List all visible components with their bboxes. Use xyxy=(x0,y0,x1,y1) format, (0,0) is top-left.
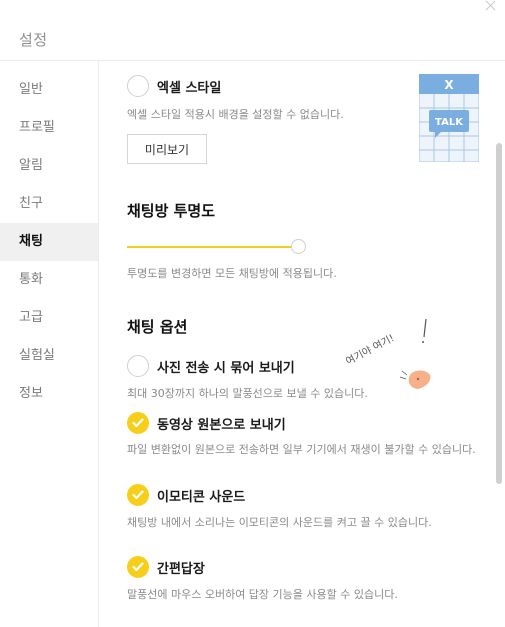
thumbnail-talk-badge: TALK xyxy=(435,117,464,128)
chat-options-title: 채팅 옵션 xyxy=(127,318,188,336)
transparency-slider-thumb[interactable] xyxy=(291,239,306,254)
preview-button[interactable]: 미리보기 xyxy=(127,134,207,164)
check-icon xyxy=(132,490,144,500)
excel-style-label: 엑셀 스타일 xyxy=(157,80,222,96)
quick-reply-checkbox[interactable] xyxy=(127,556,149,578)
sidebar-item-labs[interactable]: 실험실 xyxy=(0,337,98,375)
video-original-description: 파일 변환없이 원본으로 전송하면 일부 기기에서 재생이 불가할 수 있습니다… xyxy=(127,443,476,456)
quick-reply-label: 간편답장 xyxy=(157,561,205,577)
handwritten-annotation: 여기야 여기! xyxy=(344,318,431,389)
sidebar: 일반 프로필 알림 친구 채팅 통화 고급 실험실 정보 xyxy=(0,71,98,413)
video-original-option[interactable]: 동영상 원본으로 보내기 xyxy=(127,412,286,434)
excel-style-thumbnail: X TALK xyxy=(419,74,479,162)
window-title: 설정 xyxy=(19,31,48,49)
annotation-text: 여기야 여기! xyxy=(344,332,397,368)
video-original-label: 동영상 원본으로 보내기 xyxy=(157,417,286,433)
sidebar-item-advanced[interactable]: 고급 xyxy=(0,299,98,337)
transparency-title: 채팅방 투명도 xyxy=(127,202,216,220)
emoticon-sound-label: 이모티콘 사운드 xyxy=(157,489,246,505)
excel-style-radio[interactable] xyxy=(127,75,149,97)
settings-content: 엑셀 스타일 엑셀 스타일 적용시 배경을 설정할 수 없습니다. 미리보기 X… xyxy=(99,61,489,627)
content-scrollbar[interactable] xyxy=(496,143,502,484)
photo-bundle-option[interactable]: 사진 전송 시 묶어 보내기 xyxy=(127,355,295,377)
quick-reply-option[interactable]: 간편답장 xyxy=(127,556,205,578)
check-icon xyxy=(132,562,144,572)
sidebar-item-call[interactable]: 통화 xyxy=(0,261,98,299)
emoticon-sound-option[interactable]: 이모티콘 사운드 xyxy=(127,484,245,506)
sidebar-item-info[interactable]: 정보 xyxy=(0,375,98,413)
transparency-slider-fill xyxy=(127,246,299,248)
emoticon-sound-description: 채팅방 내에서 소리나는 이모티콘의 사운드를 켜고 끌 수 있습니다. xyxy=(127,516,432,529)
photo-bundle-checkbox[interactable] xyxy=(127,355,149,377)
photo-bundle-label: 사진 전송 시 묶어 보내기 xyxy=(157,360,295,376)
transparency-description: 투명도를 변경하면 모든 채팅방에 적용됩니다. xyxy=(127,267,337,280)
sidebar-item-profile[interactable]: 프로필 xyxy=(0,109,98,147)
sidebar-item-chat[interactable]: 채팅 xyxy=(0,223,98,261)
emoticon-sound-checkbox[interactable] xyxy=(127,484,149,506)
quick-reply-description: 말풍선에 마우스 오버하여 답장 기능을 사용할 수 있습니다. xyxy=(127,588,398,601)
thumbnail-x-glyph: X xyxy=(444,78,454,92)
sidebar-item-notifications[interactable]: 알림 xyxy=(0,147,98,185)
video-original-checkbox[interactable] xyxy=(127,412,149,434)
sidebar-item-friends[interactable]: 친구 xyxy=(0,185,98,223)
excel-style-option[interactable]: 엑셀 스타일 xyxy=(127,75,221,97)
sidebar-item-general[interactable]: 일반 xyxy=(0,71,98,109)
check-icon xyxy=(132,418,144,428)
transparency-slider[interactable] xyxy=(127,239,307,255)
close-button[interactable] xyxy=(484,0,498,12)
